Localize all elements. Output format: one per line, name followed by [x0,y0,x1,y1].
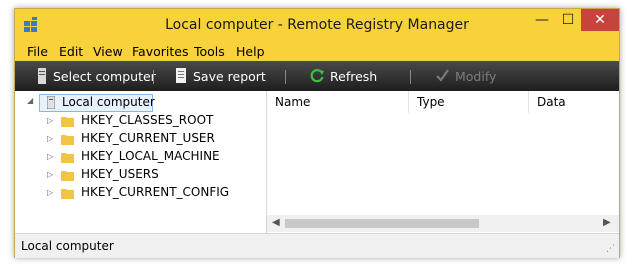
horizontal-scrollbar[interactable]: ◀ ▶ [267,215,619,232]
tree-item-hkey-users[interactable]: HKEY_USERS [81,165,159,183]
refresh-label: Refresh [330,69,378,84]
minimize-button[interactable]: — [529,9,555,31]
menu-view[interactable]: View [93,44,123,59]
computer-tower-icon [38,68,46,84]
title-bar[interactable]: Local computer - Remote Registry Manager… [15,9,619,41]
folder-icon [61,135,74,145]
folder-icon [61,117,74,127]
refresh-icon [310,69,324,83]
expand-arrow-icon[interactable]: ◢ [27,96,33,105]
column-header-data[interactable]: Data [529,91,619,113]
menu-favorites[interactable]: Favorites [132,44,188,59]
expand-arrow-icon[interactable]: ▷ [47,170,53,179]
folder-icon [61,189,74,199]
menu-file[interactable]: File [27,44,48,59]
status-text: Local computer [21,239,114,253]
maximize-button[interactable]: ☐ [555,9,581,31]
select-computer-label: Select computer [53,69,156,84]
expand-arrow-icon[interactable]: ▷ [47,152,53,161]
scroll-right-icon[interactable]: ▶ [603,217,611,228]
tree-item-hkey-current-config[interactable]: HKEY_CURRENT_CONFIG [81,183,229,201]
menu-tools[interactable]: Tools [194,44,225,59]
menu-help[interactable]: Help [236,44,265,59]
expand-arrow-icon[interactable]: ▷ [47,134,53,143]
status-bar: Local computer ⋰ [15,233,619,258]
scrollbar-thumb[interactable] [285,219,479,228]
menu-bar: File Edit View Favorites Tools Help [15,41,619,61]
resize-grip-icon[interactable]: ⋰ [606,244,615,254]
tree-root-label: Local computer [62,95,155,109]
menu-edit[interactable]: Edit [59,44,83,59]
tree-item-hkey-local-machine[interactable]: HKEY_LOCAL_MACHINE [81,147,220,165]
registry-tree: ◢ Local computer ▷ HKEY_CLASSES_ROOT ▷ H… [15,91,267,233]
toolbar-separator [153,70,154,84]
save-report-label: Save report [193,69,266,84]
toolbar: Select computer Save report Refresh Modi… [15,61,619,91]
report-document-icon [176,68,186,83]
folder-icon [61,171,74,181]
toolbar-separator [285,70,286,84]
column-header-type[interactable]: Type [409,91,529,113]
values-list: Name Type Data [267,91,619,233]
toolbar-separator [410,70,411,84]
column-header-name[interactable]: Name [267,91,409,113]
folder-icon [61,153,74,163]
expand-arrow-icon[interactable]: ▷ [47,188,53,197]
tree-item-hkey-current-user[interactable]: HKEY_CURRENT_USER [81,129,215,147]
modify-label: Modify [455,69,497,84]
close-button[interactable]: ✕ [581,9,619,31]
computer-icon [47,96,55,109]
scroll-left-icon[interactable]: ◀ [272,217,280,228]
app-window: Local computer - Remote Registry Manager… [14,8,620,258]
checkmark-icon [436,69,449,82]
tree-item-hkey-classes-root[interactable]: HKEY_CLASSES_ROOT [81,111,213,129]
expand-arrow-icon[interactable]: ▷ [47,116,53,125]
